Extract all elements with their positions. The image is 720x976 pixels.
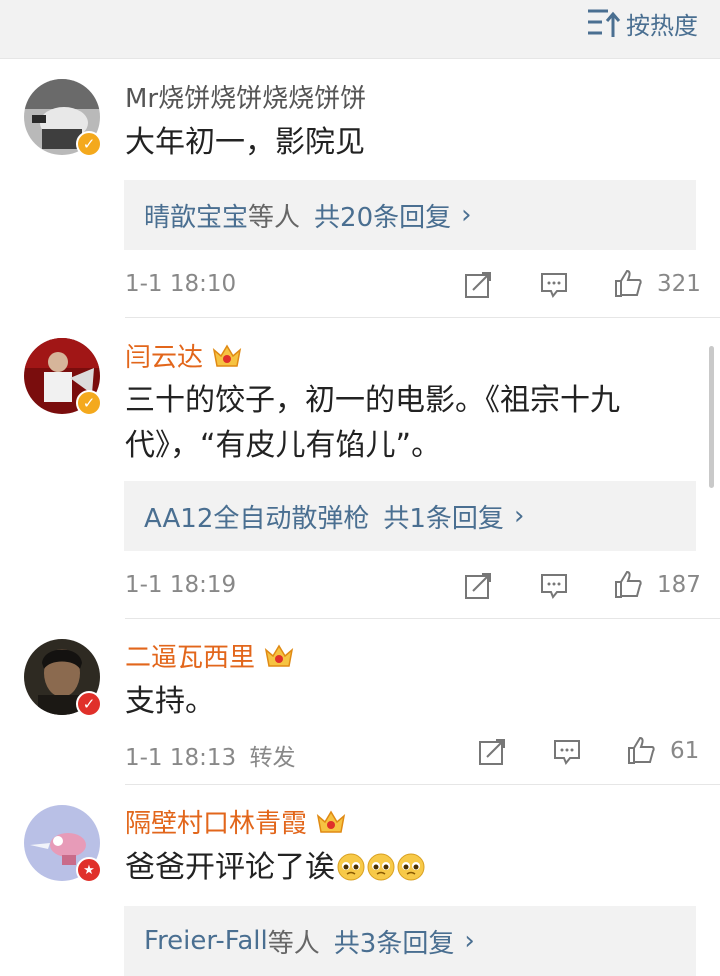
- chevron-right-icon: ›: [513, 501, 525, 531]
- sort-by-hot-button[interactable]: 按热度: [586, 6, 698, 40]
- divider: [125, 317, 720, 318]
- pleading-emoji-icon: [367, 853, 395, 881]
- comment-text: 支持。: [125, 684, 215, 719]
- avatar[interactable]: ★: [24, 805, 102, 883]
- like-icon[interactable]: [626, 735, 656, 765]
- forward-label[interactable]: 转发: [249, 745, 295, 771]
- verified-icon: ★: [76, 857, 102, 883]
- reply-count: 共20条回复: [314, 202, 452, 233]
- comment-icon[interactable]: [539, 270, 569, 300]
- repost-icon[interactable]: [463, 571, 493, 601]
- comment-time: 1-1 18:19: [125, 572, 237, 598]
- like-count: 61: [670, 738, 700, 764]
- avatar[interactable]: ✓: [24, 338, 102, 416]
- like-icon[interactable]: [613, 268, 643, 298]
- comment-meta: 1-1 18:13 转发: [125, 738, 295, 772]
- scrollbar[interactable]: [709, 346, 714, 488]
- like-icon[interactable]: [613, 569, 643, 599]
- reply-user-names: Freier-Fall: [144, 926, 268, 956]
- username[interactable]: Mr烧饼烧饼烧烧饼饼: [125, 78, 366, 115]
- verified-icon: ✓: [76, 390, 102, 416]
- pleading-emoji-icon: [397, 853, 425, 881]
- comment-time: 1-1 18:10: [125, 271, 237, 297]
- vip-crown-icon: [212, 344, 242, 367]
- replies-link[interactable]: Freier-Fall 等人 共3条回复 ›: [124, 906, 696, 976]
- comment-text: 爸爸开评论了诶: [125, 845, 695, 890]
- replies-link[interactable]: AA12全自动散弹枪 共1条回复 ›: [124, 481, 696, 551]
- username[interactable]: 隔壁村口林青霞: [125, 803, 347, 840]
- reply-count: 共3条回复: [333, 928, 455, 959]
- like-count: 187: [657, 572, 701, 598]
- username[interactable]: 二逼瓦西里: [125, 637, 295, 674]
- top-bar: 按热度: [0, 0, 720, 59]
- repost-icon[interactable]: [477, 737, 507, 767]
- comment-text: 三十的饺子，初一的电影。《祖宗十九 代》，“有皮儿有馅儿”。: [125, 383, 620, 463]
- repost-icon[interactable]: [463, 270, 493, 300]
- avatar[interactable]: ✓: [24, 79, 102, 157]
- reply-suffix: 等人: [267, 928, 320, 959]
- comment-icon[interactable]: [552, 737, 582, 767]
- reply-user-names: 晴歆宝宝: [144, 202, 249, 233]
- comment-icon[interactable]: [539, 571, 569, 601]
- like-count: 321: [657, 271, 701, 297]
- reply-user-names: AA12全自动散弹枪: [144, 503, 370, 534]
- chevron-right-icon: ›: [461, 200, 472, 230]
- divider: [125, 784, 720, 785]
- divider: [125, 618, 720, 619]
- vip-crown-icon: [264, 644, 294, 667]
- sort-label: 按热度: [626, 11, 698, 40]
- avatar[interactable]: ✓: [24, 639, 102, 717]
- comment-text: 大年初一，影院见: [125, 125, 365, 160]
- pleading-emoji-icon: [337, 853, 365, 881]
- comment-time: 1-1 18:13: [125, 745, 237, 771]
- verified-icon: ✓: [76, 691, 102, 717]
- reply-count: 共1条回复: [383, 503, 504, 534]
- chevron-right-icon: ›: [464, 926, 475, 956]
- verified-icon: ✓: [76, 131, 102, 157]
- sort-icon: [588, 9, 621, 37]
- username[interactable]: 闫云达: [125, 337, 243, 374]
- reply-suffix: 等人: [248, 202, 301, 233]
- replies-link[interactable]: 晴歆宝宝 等人 共20条回复 ›: [124, 180, 696, 250]
- vip-crown-icon: [316, 810, 346, 833]
